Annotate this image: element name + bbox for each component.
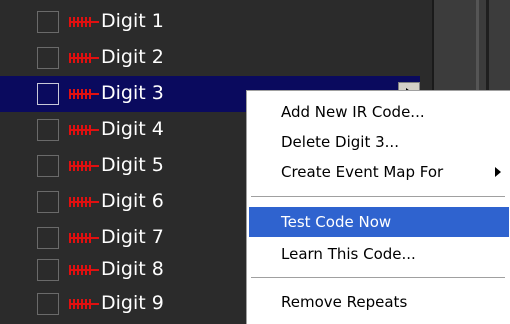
menu-item-test-code-now[interactable]: Test Code Now — [249, 207, 509, 237]
context-menu: Add New IR Code... Delete Digit 3... Cre… — [246, 90, 510, 324]
item-label: Digit 3 — [101, 82, 164, 104]
ir-code-icon — [69, 299, 99, 309]
item-label: Digit 6 — [101, 190, 164, 212]
item-label: Digit 4 — [101, 118, 164, 140]
ir-code-icon — [69, 197, 99, 207]
item-label: Digit 1 — [101, 10, 164, 32]
item-label: Digit 9 — [101, 292, 164, 314]
menu-item-delete[interactable]: Delete Digit 3... — [249, 127, 509, 157]
item-checkbox[interactable] — [37, 11, 59, 33]
chevron-right-icon — [495, 167, 501, 177]
menu-separator — [251, 277, 505, 278]
menu-separator — [251, 196, 505, 197]
list-item[interactable]: Digit 1 — [0, 4, 420, 40]
menu-item-label: Learn This Code... — [281, 245, 416, 263]
item-checkbox[interactable] — [37, 259, 59, 281]
item-label: Digit 5 — [101, 154, 164, 176]
item-checkbox[interactable] — [37, 191, 59, 213]
menu-item-remove-repeats[interactable]: Remove Repeats — [249, 287, 509, 317]
item-checkbox[interactable] — [37, 293, 59, 315]
menu-item-learn-this-code[interactable]: Learn This Code... — [249, 239, 509, 269]
menu-item-label: Add New IR Code... — [281, 103, 425, 121]
ir-code-icon — [69, 161, 99, 171]
ir-code-icon — [69, 53, 99, 63]
ir-code-icon — [69, 233, 99, 243]
menu-item-label: Remove Repeats — [281, 293, 408, 311]
menu-item-create-event-map[interactable]: Create Event Map For — [249, 157, 509, 187]
item-checkbox[interactable] — [37, 119, 59, 141]
item-checkbox[interactable] — [37, 47, 59, 69]
ir-code-icon — [69, 265, 99, 275]
item-label: Digit 7 — [101, 226, 164, 248]
menu-item-label: Delete Digit 3... — [281, 133, 399, 151]
menu-item-label: Create Event Map For — [281, 163, 444, 181]
ir-code-icon — [69, 125, 99, 135]
menu-item-add-new-ir-code[interactable]: Add New IR Code... — [249, 97, 509, 127]
item-checkbox[interactable] — [37, 227, 59, 249]
list-item[interactable]: Digit 2 — [0, 40, 420, 76]
ir-code-icon — [69, 17, 99, 27]
item-checkbox[interactable] — [37, 83, 59, 105]
item-checkbox[interactable] — [37, 155, 59, 177]
item-label: Digit 8 — [101, 258, 164, 280]
item-label: Digit 2 — [101, 46, 164, 68]
menu-item-label: Test Code Now — [281, 213, 392, 231]
ir-code-icon — [69, 89, 99, 99]
